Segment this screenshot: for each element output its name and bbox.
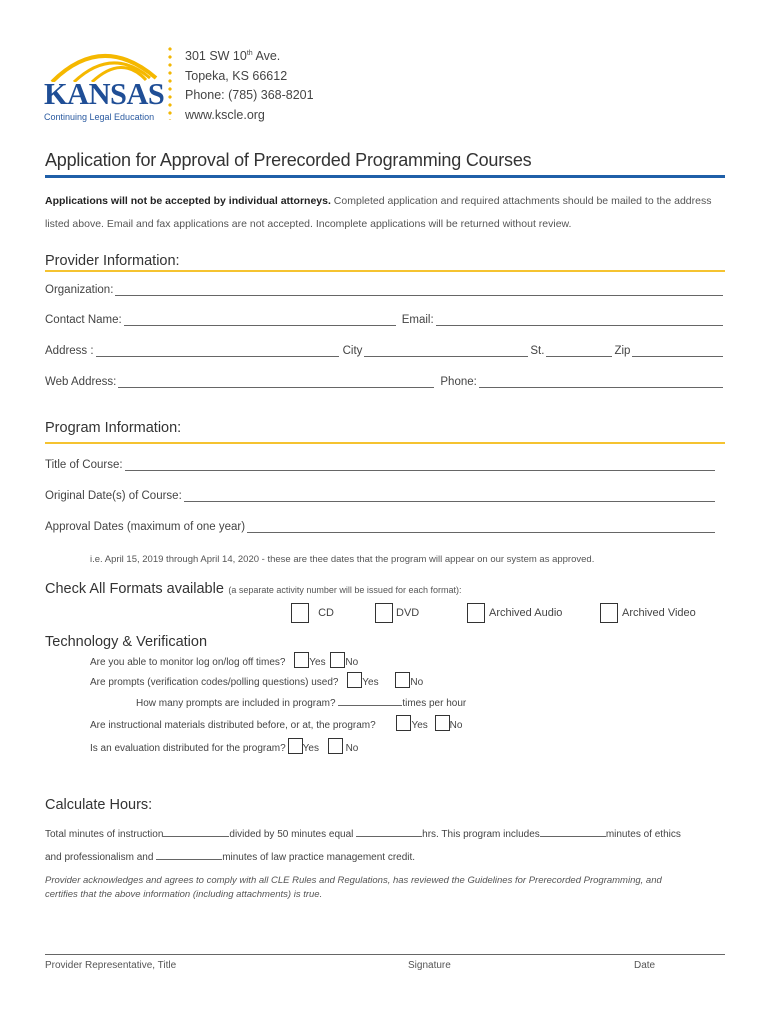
program-rule [45, 442, 725, 444]
intro-text: Applications will not be accepted by ind… [45, 195, 712, 230]
hours-field[interactable] [356, 825, 423, 837]
contact-name-label: Contact Name: [45, 314, 122, 326]
checkbox-prompts-no[interactable] [395, 672, 411, 688]
checkbox-prompts-yes[interactable] [347, 672, 363, 688]
original-dates-label: Original Date(s) of Course: [45, 490, 182, 502]
date-label: Date [634, 960, 656, 971]
original-dates-field[interactable] [183, 489, 715, 502]
format-option-archived-audio[interactable]: Archived Audio [467, 603, 562, 623]
address-street: 301 SW 10th Ave. [185, 49, 281, 64]
acknowledgement-text: Provider acknowledges and agrees to comp… [45, 875, 662, 900]
dotted-divider [168, 45, 172, 120]
address-website[interactable]: www.kscle.org [185, 106, 314, 126]
total-minutes-field[interactable] [163, 825, 230, 837]
approval-dates-field[interactable] [247, 520, 715, 533]
address-block: 301 SW 10th Ave. Topeka, KS 66612 Phone:… [185, 44, 314, 125]
signature-line[interactable] [45, 954, 725, 955]
contact-row: Contact Name: Email: [45, 313, 725, 326]
zip-field[interactable] [632, 344, 723, 357]
city-field[interactable] [364, 344, 529, 357]
question-monitor-log: Are you able to monitor log on/log off t… [90, 652, 358, 668]
formats-note: (a separate activity number will be issu… [228, 585, 462, 595]
web-row: Web Address: Phone: [45, 375, 725, 388]
format-option-archived-video[interactable]: Archived Video [600, 603, 696, 623]
provider-rep-label: Provider Representative, Title [45, 960, 177, 971]
web-address-label: Web Address: [45, 376, 117, 388]
approval-dates-label: Approval Dates (maximum of one year) [45, 521, 246, 533]
page-title: Application for Approval of Prerecorded … [45, 150, 532, 170]
kansas-cle-logo: KANSAS Continuing Legal Education [44, 42, 165, 122]
checkbox-cd[interactable] [291, 603, 309, 623]
checkbox-materials-no[interactable] [434, 715, 450, 731]
question-prompts: Are prompts (verification codes/polling … [90, 672, 423, 688]
contact-name-field[interactable] [123, 313, 396, 326]
hours-line-1: Total minutes of instruction divided by 5… [45, 825, 681, 840]
title-rule [45, 175, 725, 178]
email-label: Email: [401, 314, 434, 326]
organization-field[interactable] [115, 283, 723, 296]
course-title-label: Title of Course: [45, 459, 123, 471]
provider-heading: Provider Information: [45, 253, 180, 269]
original-dates-row: Original Date(s) of Course: [45, 489, 717, 502]
provider-rule [45, 270, 725, 272]
organization-row: Organization: [45, 283, 725, 296]
approval-note: i.e. April 15, 2019 through April 14, 20… [90, 554, 595, 565]
course-title-field[interactable] [124, 458, 715, 471]
web-address-field[interactable] [118, 375, 435, 388]
hours-line-2: and professionalism and minutes of law p… [45, 848, 415, 863]
formats-heading: Check All Formats available [45, 581, 224, 597]
format-option-dvd[interactable]: DVD [375, 603, 419, 623]
program-heading: Program Information: [45, 420, 182, 436]
lpm-minutes-field[interactable] [156, 848, 223, 860]
checkbox-monitor-no[interactable] [330, 652, 346, 668]
checkbox-archived-video[interactable] [600, 603, 618, 623]
address-city: Topeka, KS 66612 [185, 68, 288, 83]
checkbox-archived-audio[interactable] [467, 603, 485, 623]
signature-label: Signature [408, 960, 451, 971]
formats-heading-row: Check All Formats available (a separate … [45, 580, 461, 598]
address-field[interactable] [95, 344, 339, 357]
format-option-cd[interactable]: CD [291, 603, 334, 623]
email-field[interactable] [435, 313, 723, 326]
technology-heading: Technology & Verification [45, 634, 208, 650]
question-materials: Are instructional materials distributed … [90, 715, 462, 731]
organization-label: Organization: [45, 284, 114, 296]
question-prompt-count: How many prompts are included in program… [136, 694, 466, 709]
ethics-minutes-field[interactable] [539, 825, 606, 837]
course-title-row: Title of Course: [45, 458, 717, 471]
zip-label: Zip [614, 345, 631, 357]
phone-field[interactable] [478, 375, 723, 388]
city-label: City [342, 345, 363, 357]
logo-wordmark: KANSAS [44, 76, 165, 111]
state-field[interactable] [546, 344, 613, 357]
prompt-count-field[interactable] [338, 694, 403, 706]
checkbox-evaluation-yes[interactable] [287, 738, 303, 754]
checkbox-monitor-yes[interactable] [294, 652, 310, 668]
address-row: Address : City St. Zip [45, 344, 725, 357]
address-phone: Phone: (785) 368-8201 [185, 88, 314, 103]
checkbox-dvd[interactable] [375, 603, 393, 623]
address-label: Address : [45, 345, 94, 357]
checkbox-evaluation-no[interactable] [327, 738, 343, 754]
checkbox-materials-yes[interactable] [396, 715, 412, 731]
phone-label: Phone: [440, 376, 477, 388]
state-label: St. [530, 345, 545, 357]
hours-heading: Calculate Hours: [45, 797, 153, 813]
question-evaluation: Is an evaluation distributed for the pro… [90, 738, 358, 754]
logo-subtitle: Continuing Legal Education [44, 112, 155, 122]
approval-dates-row: Approval Dates (maximum of one year) [45, 520, 717, 533]
